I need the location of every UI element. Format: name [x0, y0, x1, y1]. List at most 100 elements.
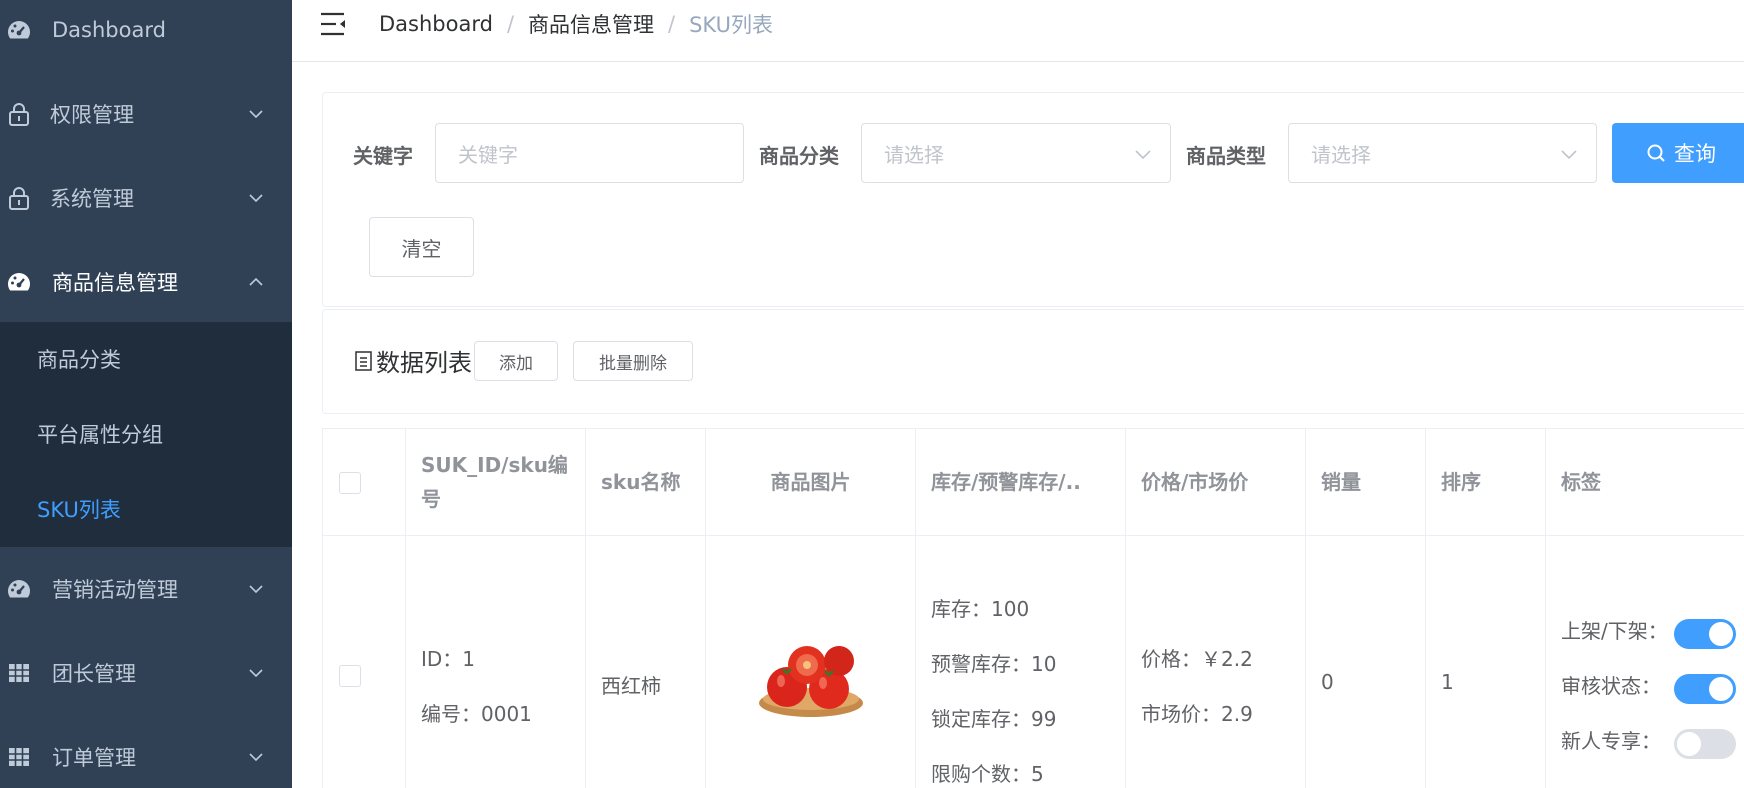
breadcrumb: Dashboard / 商品信息管理 / SKU列表	[379, 9, 773, 39]
chevron-down-icon	[249, 585, 263, 594]
lock-stock: 锁定库存：99	[931, 707, 1057, 731]
hamburger-icon[interactable]	[318, 10, 348, 40]
sku-id: ID：1	[421, 647, 476, 671]
newcomer-switch[interactable]	[1674, 729, 1736, 759]
image-cell	[706, 536, 916, 788]
sidebar-subitem-sku-list[interactable]: SKU列表	[0, 472, 292, 546]
sidebar-subitem-label: SKU列表	[37, 498, 121, 522]
chevron-down-icon	[249, 110, 263, 119]
keyword-label: 关键字	[353, 144, 413, 168]
data-table: SUK_ID/sku编号 sku名称 商品图片 库存/预警库存/.. 价格/市场…	[322, 428, 1744, 788]
type-select[interactable]: 请选择	[1288, 123, 1597, 183]
sort-cell: 1	[1426, 536, 1546, 788]
list-title-label: 数据列表	[376, 349, 472, 377]
sort: 1	[1441, 670, 1454, 694]
chevron-down-icon	[1135, 150, 1151, 160]
table-icon	[6, 660, 32, 686]
chevron-down-icon	[249, 753, 263, 762]
dashboard-icon	[6, 576, 32, 602]
list-icon	[355, 350, 372, 371]
column-header-label: SUK_ID/sku编号	[421, 453, 568, 511]
market-price: 市场价：2.9	[1141, 702, 1253, 726]
category-select[interactable]: 请选择	[861, 123, 1171, 183]
column-header-label: 商品图片	[770, 470, 851, 494]
keyword-input[interactable]: 关键字	[435, 123, 744, 183]
stock-cell: 库存：100 预警库存：10 锁定库存：99 限购个数：5	[916, 536, 1126, 788]
column-header: sku名称	[586, 429, 706, 535]
column-header-label: 销量	[1321, 470, 1361, 494]
row-select-cell	[323, 536, 406, 788]
sku-code: 编号：0001	[421, 702, 532, 726]
lock-icon	[6, 101, 32, 127]
submenu: 商品分类 平台属性分组 SKU列表	[0, 322, 292, 547]
header-select-cell	[323, 429, 406, 535]
tomato-image	[759, 646, 863, 717]
column-header: SUK_ID/sku编号	[406, 429, 586, 535]
publish-switch[interactable]	[1674, 619, 1736, 649]
clear-button-label: 清空	[401, 236, 442, 261]
row-checkbox[interactable]	[339, 665, 361, 687]
audit-switch[interactable]	[1674, 674, 1736, 704]
column-header: 排序	[1426, 429, 1546, 535]
table-icon	[6, 744, 32, 770]
category-label: 商品分类	[759, 144, 839, 168]
sidebar-subitem-label: 平台属性分组	[37, 423, 163, 447]
sidebar-item-order[interactable]: 订单管理	[0, 715, 292, 788]
column-header-label: sku名称	[601, 470, 681, 494]
sidebar-item-dashboard[interactable]: Dashboard	[0, 0, 292, 72]
query-button-label: 查询	[1674, 142, 1716, 166]
sidebar-item-label: 订单管理	[52, 746, 136, 770]
batch-delete-button[interactable]: 批量删除	[573, 341, 693, 381]
stock: 库存：100	[931, 597, 1030, 621]
add-button[interactable]: 添加	[474, 341, 558, 381]
chevron-up-icon	[249, 277, 263, 286]
table-header: SUK_ID/sku编号 sku名称 商品图片 库存/预警库存/.. 价格/市场…	[323, 429, 1744, 536]
dashboard-icon	[6, 17, 32, 43]
breadcrumb-item[interactable]: 商品信息管理	[528, 9, 654, 39]
tag-label-newcomer: 新人专享：	[1561, 729, 1661, 753]
price-cell: 价格：￥2.2 市场价：2.9	[1126, 536, 1306, 788]
sidebar-subitem-label: 商品分类	[37, 348, 121, 372]
column-header: 商品图片	[706, 429, 916, 535]
price: 价格：￥2.2	[1141, 647, 1253, 671]
chevron-down-icon	[249, 669, 263, 678]
sidebar-item-label: 权限管理	[50, 103, 134, 127]
batch-delete-button-label: 批量删除	[599, 353, 667, 374]
clear-button[interactable]: 清空	[369, 217, 474, 277]
sidebar-item-label: 系统管理	[50, 187, 134, 211]
sidebar-item-permission[interactable]: 权限管理	[0, 72, 292, 156]
sidebar-subitem-attr-group[interactable]: 平台属性分组	[0, 397, 292, 471]
column-header-label: 价格/市场价	[1141, 470, 1249, 494]
breadcrumb-separator: /	[506, 12, 515, 36]
search-icon	[1647, 144, 1665, 162]
tag-label-publish: 上架/下架：	[1561, 619, 1668, 643]
app: Dashboard 权限管理 系统管理 商品信息管理 商品分类 平台属性分组 S…	[0, 0, 1744, 788]
sidebar-item-marketing[interactable]: 营销活动管理	[0, 547, 292, 631]
dashboard-icon	[6, 269, 32, 295]
sku-name: 西红柿	[601, 674, 661, 698]
sidebar-item-label: 团长管理	[52, 662, 136, 686]
sales: 0	[1321, 670, 1334, 694]
query-button[interactable]: 查询	[1612, 123, 1744, 183]
keyword-placeholder: 关键字	[458, 142, 518, 167]
breadcrumb-item[interactable]: Dashboard	[379, 12, 493, 36]
chevron-down-icon	[249, 194, 263, 203]
add-button-label: 添加	[499, 353, 533, 374]
lock-icon	[6, 185, 32, 211]
sidebar-item-product-info[interactable]: 商品信息管理	[0, 240, 292, 324]
column-header: 标签	[1546, 429, 1744, 535]
column-header-label: 库存/预警库存/..	[931, 470, 1081, 494]
sales-cell: 0	[1306, 536, 1426, 788]
sidebar: Dashboard 权限管理 系统管理 商品信息管理 商品分类 平台属性分组 S…	[0, 0, 292, 788]
name-cell: 西红柿	[586, 536, 706, 788]
column-header: 库存/预警库存/..	[916, 429, 1126, 535]
type-label: 商品类型	[1186, 144, 1266, 168]
sidebar-subitem-category[interactable]: 商品分类	[0, 322, 292, 396]
select-all-checkbox[interactable]	[339, 472, 361, 494]
column-header-label: 排序	[1441, 470, 1481, 494]
sidebar-item-system[interactable]: 系统管理	[0, 156, 292, 240]
sidebar-item-leader[interactable]: 团长管理	[0, 631, 292, 715]
category-placeholder: 请选择	[884, 142, 944, 167]
column-header-label: 标签	[1561, 470, 1601, 494]
tags-cell: 上架/下架： 审核状态： 新人专享：	[1546, 536, 1744, 788]
